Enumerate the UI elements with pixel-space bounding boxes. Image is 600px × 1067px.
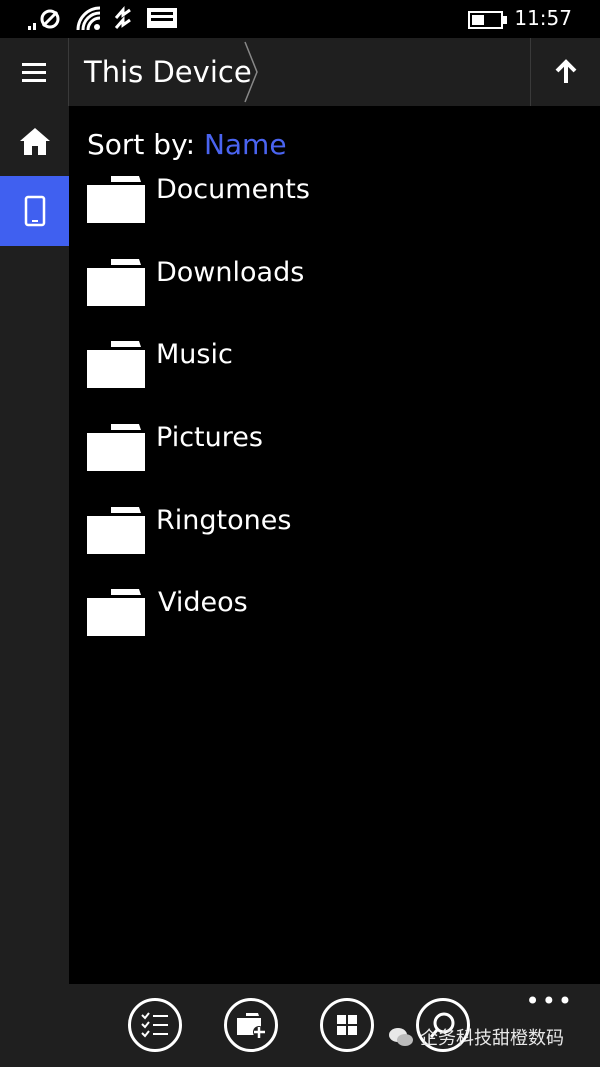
left-navigation — [0, 106, 69, 984]
more-button[interactable]: ••• — [526, 989, 574, 1013]
home-icon — [19, 128, 50, 155]
breadcrumb[interactable]: This Device — [69, 38, 259, 106]
select-icon — [141, 1012, 168, 1038]
folder-name: Pictures — [156, 422, 263, 453]
new-folder-icon — [237, 1013, 265, 1038]
phone-icon — [24, 195, 45, 227]
folder-name: Downloads — [156, 257, 305, 288]
app-bar: ••• 企务科技甜橙数码 — [0, 984, 600, 1067]
wifi-icon — [76, 6, 101, 31]
folder-name: Documents — [156, 174, 310, 205]
file-list: Sort by: Name Documents Downloads Music … — [69, 106, 600, 984]
arrow-up-icon — [555, 59, 576, 83]
data-icon — [114, 6, 131, 29]
folder-icon — [87, 176, 145, 223]
folder-icon — [87, 589, 145, 636]
chevron-right-icon — [244, 41, 258, 103]
folder-item[interactable]: Downloads — [87, 257, 567, 319]
folder-name: Music — [156, 339, 233, 370]
sort-label: Sort by: — [87, 128, 196, 161]
folder-name: Ringtones — [156, 505, 292, 536]
view-button[interactable] — [320, 998, 374, 1052]
folder-icon — [87, 507, 145, 554]
hamburger-icon — [22, 63, 46, 82]
folder-item[interactable]: Documents — [87, 174, 567, 236]
sort-value[interactable]: Name — [204, 128, 287, 161]
folder-item[interactable]: Pictures — [87, 422, 567, 484]
watermark-text: 企务科技甜橙数码 — [420, 1028, 564, 1049]
new-folder-button[interactable] — [224, 998, 278, 1052]
nav-home[interactable] — [0, 106, 69, 176]
folder-icon — [87, 424, 145, 471]
folder-item[interactable]: Music — [87, 339, 567, 401]
watermark: 企务科技甜橙数码 — [388, 1024, 564, 1050]
header-bar: This Device — [0, 38, 600, 106]
sort-control[interactable]: Sort by: Name — [87, 128, 287, 161]
clock: 11:57 — [514, 6, 572, 30]
folder-icon — [87, 259, 145, 306]
menu-button[interactable] — [0, 38, 69, 106]
no-sim-icon — [28, 9, 60, 30]
status-bar: 11:57 — [0, 0, 600, 38]
up-button[interactable] — [530, 38, 600, 106]
breadcrumb-label: This Device — [84, 55, 252, 89]
folder-item[interactable]: Videos — [87, 587, 567, 649]
folder-icon — [87, 341, 145, 388]
message-icon — [147, 8, 177, 28]
folder-name: Videos — [158, 587, 248, 618]
wechat-icon — [389, 1028, 413, 1046]
battery-icon — [468, 11, 507, 29]
view-icon — [337, 1015, 357, 1035]
select-button[interactable] — [128, 998, 182, 1052]
folder-item[interactable]: Ringtones — [87, 505, 567, 567]
nav-this-device[interactable] — [0, 176, 69, 246]
